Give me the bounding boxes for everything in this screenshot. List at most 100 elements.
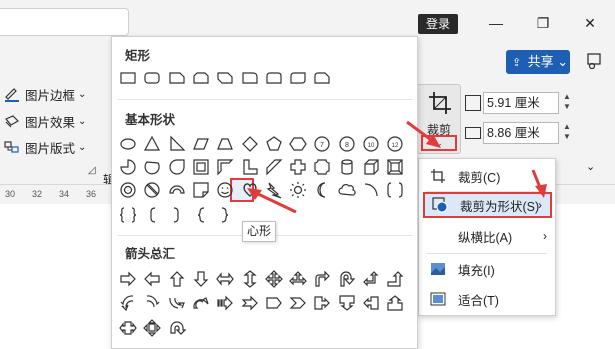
curved-left-arrow-shape[interactable] — [143, 294, 161, 312]
cloud-shape[interactable] — [338, 181, 356, 199]
heptagon-shape[interactable]: 7 — [313, 135, 331, 153]
rounded-rectangle-shape[interactable] — [143, 69, 161, 87]
left-right-arrow-callout-shape[interactable] — [119, 319, 137, 337]
right-arrow-callout-shape[interactable] — [313, 294, 331, 312]
curved-right-arrow-shape[interactable] — [119, 294, 137, 312]
quad-arrow-shape[interactable] — [264, 270, 283, 288]
cross-shape[interactable] — [289, 158, 307, 176]
quad-arrow-callout-shape[interactable] — [143, 319, 162, 337]
pentagon-arrow-shape[interactable] — [265, 294, 283, 312]
menu-item-crop[interactable]: 裁剪(C) — [419, 163, 555, 189]
bent-arrow-shape[interactable] — [313, 270, 331, 288]
left-brace-shape[interactable] — [192, 206, 210, 224]
donut-shape[interactable] — [119, 181, 137, 199]
triangle-shape[interactable] — [143, 135, 161, 153]
up-down-arrow-shape[interactable] — [241, 270, 259, 288]
dodecagon-shape[interactable]: 12 — [386, 135, 404, 153]
share-button[interactable]: ⇪ 共享 ⌄ — [506, 50, 570, 74]
width-spinner[interactable]: ▲ ▼ — [561, 122, 573, 144]
menu-item-aspect-ratio[interactable]: 纵横比(A) › — [419, 223, 555, 249]
crop-button[interactable]: 裁剪 ⌄ — [417, 84, 461, 154]
double-brace-shape[interactable] — [119, 206, 137, 224]
dialog-launcher-icon[interactable]: ◿ — [88, 165, 96, 176]
diamond-shape[interactable] — [241, 135, 259, 153]
round-same-side-rectangle-shape[interactable] — [265, 69, 283, 87]
right-triangle-shape[interactable] — [168, 135, 186, 153]
double-bracket-shape[interactable] — [386, 181, 404, 199]
close-icon[interactable]: ✕ — [579, 12, 601, 34]
block-arc-shape[interactable] — [168, 181, 186, 199]
no-symbol-shape[interactable] — [143, 181, 161, 199]
arc-shape[interactable] — [362, 181, 380, 199]
pentagon-shape[interactable] — [265, 135, 283, 153]
lightning-bolt-shape[interactable] — [265, 181, 283, 199]
half-frame-shape[interactable] — [216, 158, 234, 176]
up-arrow-shape[interactable] — [168, 270, 186, 288]
rectangle-shape[interactable] — [119, 69, 137, 87]
cube-shape[interactable] — [362, 158, 380, 176]
height-spinner[interactable]: ▲ ▼ — [561, 92, 573, 114]
menu-item-fill[interactable]: 填充(I) — [419, 256, 555, 282]
left-bracket-shape[interactable] — [143, 206, 161, 224]
chevron-arrow-shape[interactable] — [289, 294, 307, 312]
striped-right-arrow-shape[interactable] — [216, 294, 234, 312]
smiley-face-shape[interactable] — [216, 181, 234, 199]
picture-border-button[interactable]: 图片边框 ⌄ — [3, 84, 86, 104]
right-bracket-shape[interactable] — [168, 206, 186, 224]
decagon-shape[interactable]: 10 — [362, 135, 380, 153]
right-arrow-shape[interactable] — [119, 270, 137, 288]
trapezoid-shape[interactable] — [216, 135, 234, 153]
snip-diagonal-rectangle-shape[interactable] — [216, 69, 234, 87]
chord-shape[interactable] — [143, 158, 161, 176]
pie-shape[interactable] — [119, 158, 137, 176]
snip-same-side-rectangle-shape[interactable] — [192, 69, 210, 87]
search-box[interactable] — [0, 8, 129, 36]
down-arrow-shape[interactable] — [192, 270, 210, 288]
bent-up-arrow-shape[interactable] — [386, 270, 404, 288]
menu-item-crop-to-shape[interactable]: 裁剪为形状(S) › — [423, 192, 552, 218]
plaque-shape[interactable] — [313, 158, 331, 176]
folded-corner-shape[interactable] — [192, 181, 210, 199]
u-turn-arrow-shape[interactable] — [338, 270, 356, 288]
collapse-ribbon-icon[interactable]: ⌄ — [586, 160, 595, 173]
snip-corner-rectangle-shape[interactable] — [168, 69, 186, 87]
left-up-arrow-shape[interactable] — [362, 270, 380, 288]
oval-shape[interactable] — [119, 135, 137, 153]
restore-icon[interactable]: ❐ — [532, 12, 554, 34]
height-input[interactable]: 5.91 厘米 — [483, 92, 559, 114]
width-input[interactable]: 8.86 厘米 — [483, 122, 559, 144]
left-arrow-shape[interactable] — [143, 270, 161, 288]
round-diagonal-rectangle-shape[interactable] — [289, 69, 307, 87]
right-brace-shape[interactable] — [216, 206, 234, 224]
snip-round-rectangle-shape[interactable] — [313, 69, 331, 87]
heart-shape[interactable] — [241, 181, 259, 199]
frame-shape[interactable] — [192, 158, 210, 176]
octagon-shape[interactable]: 8 — [338, 135, 356, 153]
up-arrow-callout-shape[interactable] — [386, 294, 404, 312]
curved-up-arrow-shape[interactable] — [168, 294, 186, 312]
feedback-icon[interactable] — [584, 52, 604, 72]
sun-shape[interactable] — [289, 181, 307, 199]
l-shape[interactable] — [241, 158, 259, 176]
can-shape[interactable] — [338, 158, 356, 176]
round-single-corner-rectangle-shape[interactable] — [241, 69, 259, 87]
picture-layout-button[interactable]: 图片版式 ⌄ — [3, 137, 86, 157]
parallelogram-shape[interactable] — [192, 135, 210, 153]
menu-item-fit[interactable]: 适合(T) — [419, 286, 555, 312]
left-arrow-callout-shape[interactable] — [362, 294, 380, 312]
diagonal-stripe-shape[interactable] — [265, 158, 283, 176]
login-button[interactable]: 登录 — [418, 14, 458, 34]
curved-down-arrow-shape[interactable] — [192, 294, 210, 312]
bevel-shape[interactable] — [386, 158, 404, 176]
picture-effects-button[interactable]: 图片效果 ⌄ — [3, 111, 86, 131]
left-right-up-arrow-shape[interactable] — [289, 270, 307, 288]
left-right-arrow-shape[interactable] — [216, 270, 234, 288]
crop-dropdown-button[interactable]: ⌄ — [421, 135, 457, 151]
teardrop-shape[interactable] — [168, 158, 186, 176]
minimize-icon[interactable]: — — [485, 12, 507, 34]
circular-arrow-shape[interactable] — [168, 319, 186, 337]
hexagon-shape[interactable] — [289, 135, 307, 153]
down-arrow-callout-shape[interactable] — [338, 294, 356, 312]
notched-right-arrow-shape[interactable] — [241, 294, 259, 312]
moon-shape[interactable] — [313, 181, 331, 199]
